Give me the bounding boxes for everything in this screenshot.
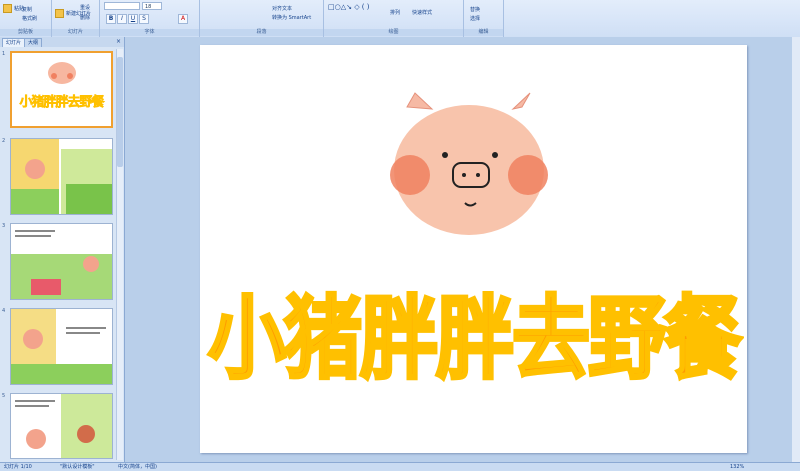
- thumb-2-art: [11, 139, 112, 214]
- font-name-field[interactable]: [104, 2, 140, 10]
- thumb-1-title: 小猪胖胖去野餐: [19, 95, 105, 111]
- slide-number: 2: [2, 138, 6, 144]
- pig-nostril-left: [462, 173, 466, 177]
- smartart-button[interactable]: 转换为 SmartArt: [272, 14, 311, 21]
- slide-thumbnail-1[interactable]: 小猪胖胖去野餐: [10, 51, 113, 128]
- ribbon: 粘贴 复制 格式刷 剪贴板 新建幻灯片 重设 删除 幻灯片 18 B I U S…: [0, 0, 800, 38]
- italic-button[interactable]: I: [117, 14, 127, 24]
- replace-button[interactable]: 替换: [470, 6, 480, 13]
- thumb-4-art: [11, 309, 112, 384]
- pig-eye-left: [442, 152, 448, 158]
- pig-illustration: [390, 92, 548, 235]
- font-group-label: 字体: [100, 29, 199, 36]
- thumb-1-art: [48, 62, 76, 84]
- canvas-scrollbar[interactable]: [792, 37, 800, 462]
- arrange-button[interactable]: 排列: [390, 9, 400, 16]
- slides-group-label: 幻灯片: [52, 29, 99, 36]
- clipboard-group-label: 剪贴板: [0, 29, 51, 36]
- paste-icon: [3, 4, 12, 13]
- pig-nostril-right: [476, 173, 480, 177]
- pig-cheek-right: [508, 155, 548, 195]
- slide-1: 小猪胖胖去野餐: [200, 45, 747, 453]
- panel-tabs: 幻灯片 大纲 ×: [0, 37, 124, 47]
- font-size-field[interactable]: 18: [142, 2, 162, 10]
- format-painter-button[interactable]: 格式刷: [22, 15, 37, 22]
- slide-thumbnail-2[interactable]: [10, 138, 113, 215]
- editing-group: 替换 选择 编辑: [464, 0, 504, 37]
- quick-styles-button[interactable]: 快速样式: [412, 9, 432, 16]
- new-slide-icon: [55, 9, 64, 18]
- pig-ear-right: [511, 92, 531, 110]
- align-text-button[interactable]: 对齐文本: [272, 5, 292, 12]
- slide-thumbnail-5[interactable]: [10, 393, 113, 459]
- drawing-group: □○△↘ ◇ ( ) 排列 快速样式 绘图: [324, 0, 464, 37]
- editing-group-label: 编辑: [464, 29, 503, 36]
- copy-button[interactable]: 复制: [22, 6, 32, 13]
- slide-thumbnail-3[interactable]: [10, 223, 113, 300]
- paragraph-group-label: 段落: [200, 29, 323, 36]
- pig-cheek-left: [390, 155, 430, 195]
- slide-number: 3: [2, 223, 6, 229]
- paragraph-group: 对齐文本 转换为 SmartArt 段落: [200, 0, 324, 37]
- slide-thumbnail-4[interactable]: [10, 308, 113, 385]
- slide-thumbnail-panel: 幻灯片 大纲 × 1 小猪胖胖去野餐 2 3 4 5: [0, 37, 125, 462]
- delete-button[interactable]: 删除: [80, 14, 90, 21]
- current-slide[interactable]: 小猪胖胖去野餐: [200, 45, 800, 453]
- panel-scrollbar[interactable]: [116, 49, 123, 460]
- panel-scroll-thumb[interactable]: [117, 57, 123, 167]
- tab-slides[interactable]: 幻灯片: [2, 38, 26, 47]
- thumb-5-art: [11, 394, 112, 458]
- select-button[interactable]: 选择: [470, 15, 480, 22]
- font-group: 18 B I U S A 字体: [100, 0, 200, 37]
- tab-outline[interactable]: 大纲: [24, 38, 43, 47]
- slide-title[interactable]: 小猪胖胖去野餐: [207, 267, 744, 396]
- shapes-gallery[interactable]: □○△↘ ◇ ( ): [328, 3, 370, 11]
- slide-number: 1: [2, 51, 6, 57]
- slide-number: 4: [2, 308, 6, 314]
- close-icon[interactable]: ×: [116, 38, 121, 45]
- font-color-button[interactable]: A: [178, 14, 188, 24]
- bold-button[interactable]: B: [106, 14, 116, 24]
- thumb-3-art: [11, 224, 112, 299]
- underline-button[interactable]: U: [128, 14, 138, 24]
- reset-button[interactable]: 重设: [80, 4, 90, 11]
- slides-group: 新建幻灯片 重设 删除 幻灯片: [52, 0, 100, 37]
- slide-number: 5: [2, 393, 6, 399]
- paste-button[interactable]: 粘贴: [3, 4, 24, 13]
- slide-canvas: 小猪胖胖去野餐: [125, 37, 800, 462]
- shadow-button[interactable]: S: [139, 14, 149, 24]
- pig-ear-left: [406, 92, 434, 110]
- drawing-group-label: 绘图: [324, 29, 463, 36]
- pig-eye-right: [492, 152, 498, 158]
- clipboard-group: 粘贴 复制 格式刷 剪贴板: [0, 0, 52, 37]
